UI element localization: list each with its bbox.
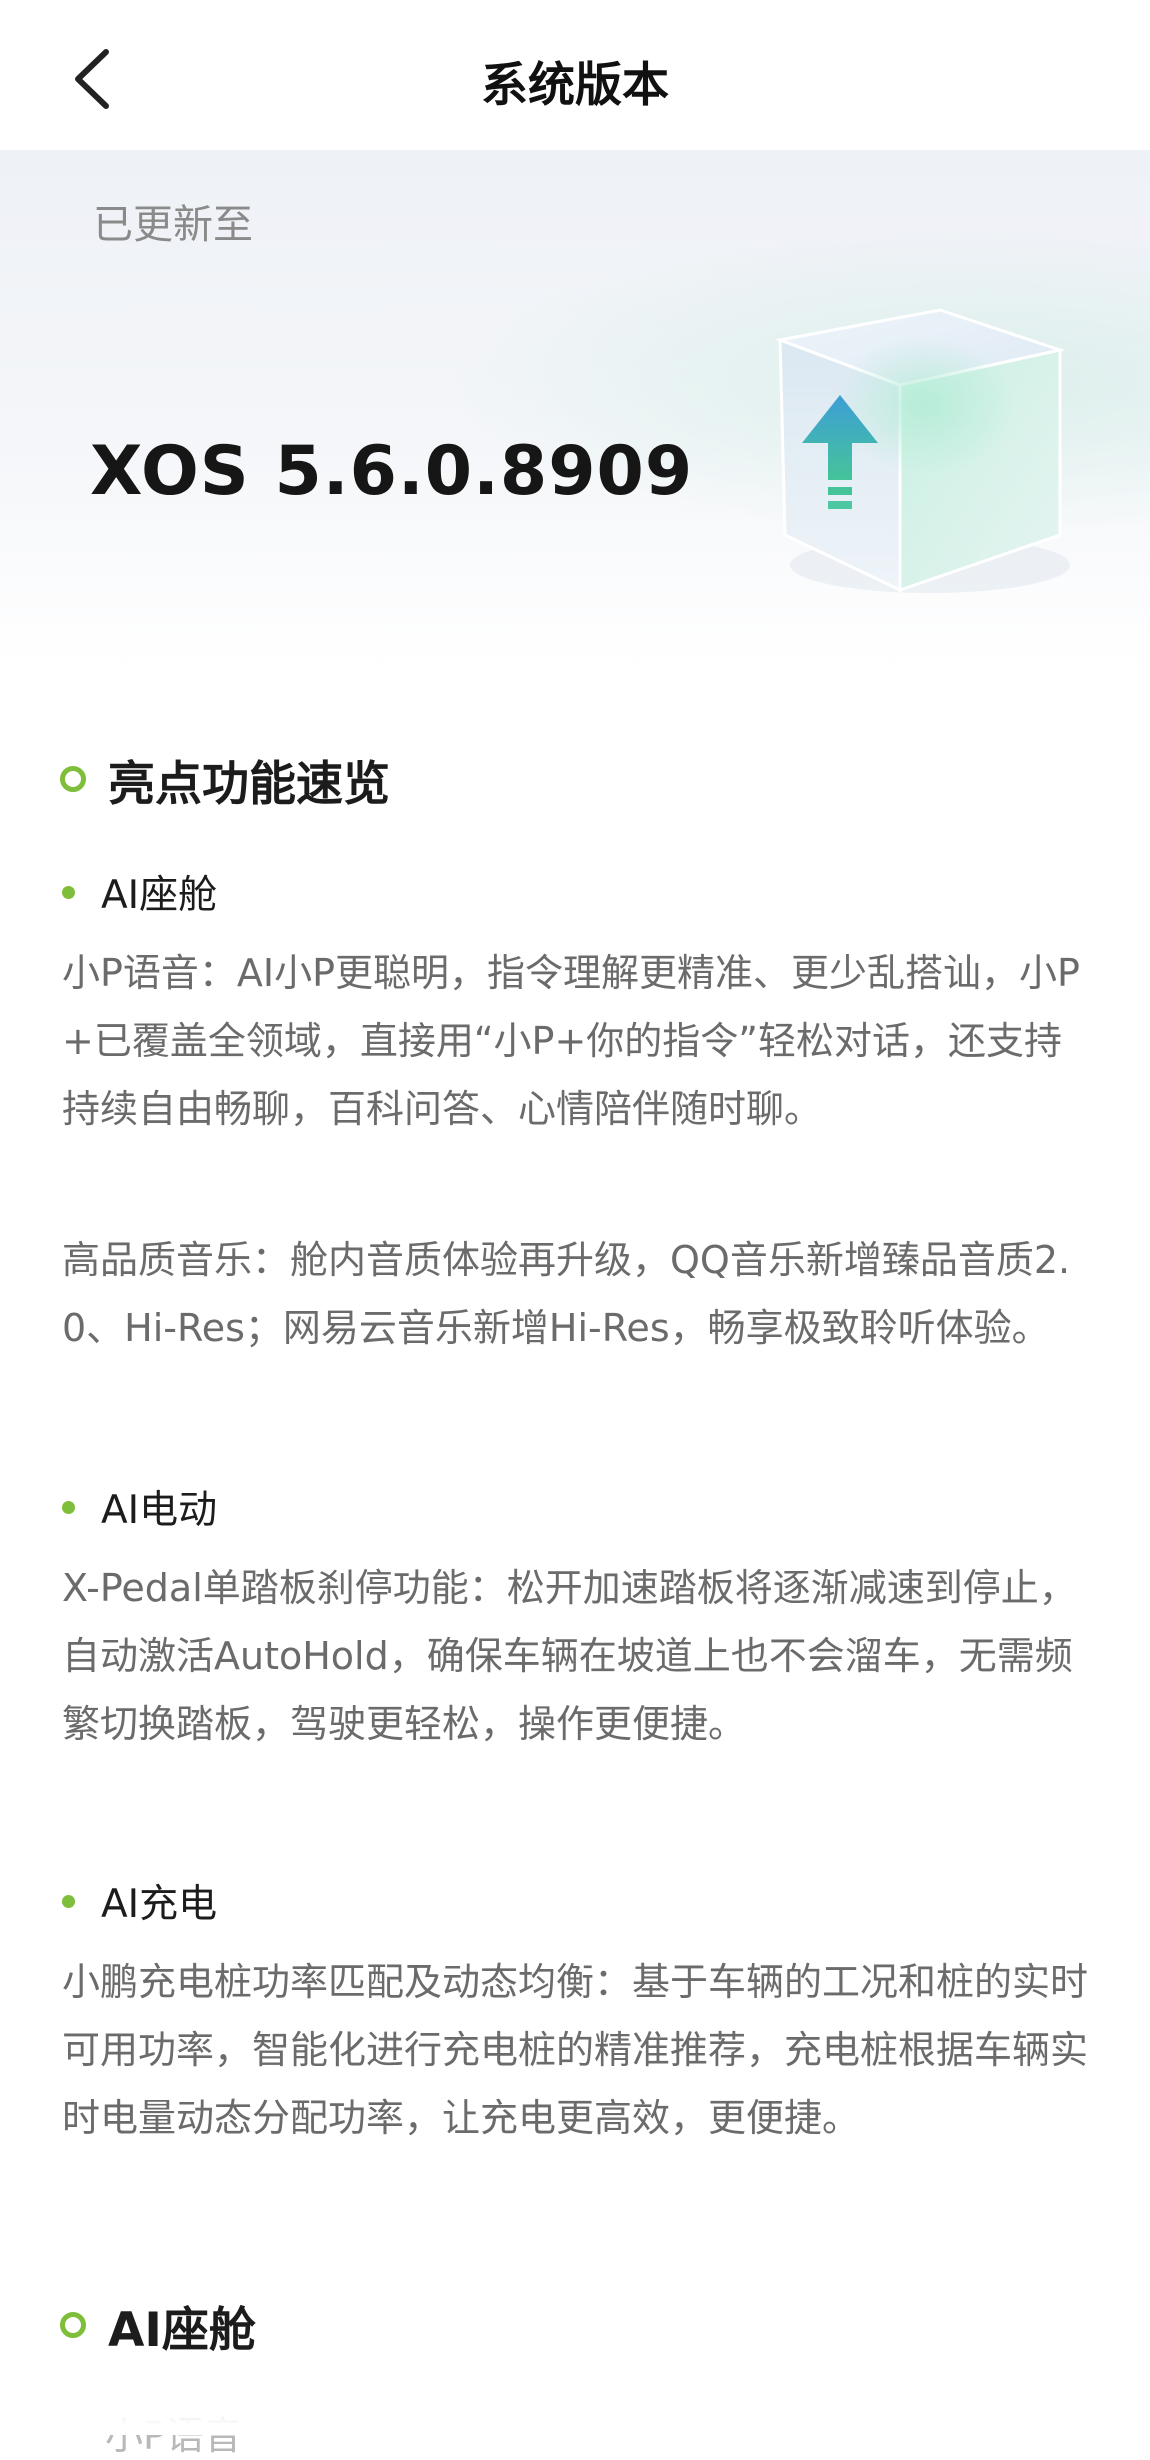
section-ring-icon xyxy=(60,766,86,792)
section-title: 亮点功能速览 xyxy=(108,756,390,812)
feature-description: 小P语音：AI小P更聪明，指令理解更精准、更少乱搭讪，小P+已覆盖全领域，直接用… xyxy=(62,951,1080,1131)
feature-group-ai-electric: AI电动 xyxy=(62,1477,217,1537)
section-header-highlights: 亮点功能速览 xyxy=(60,744,390,814)
feature-group-ai-cabin: AI座舱 xyxy=(62,862,217,922)
page-title: 系统版本 xyxy=(481,58,669,113)
feature-description: X-Pedal单踏板刹停功能：松开加速踏板将逐渐减速到停止，自动激活AutoHo… xyxy=(62,1566,1077,1746)
section-title: AI座舱 xyxy=(108,2302,256,2358)
section-ring-icon xyxy=(60,2312,86,2338)
feature-description: 小鹏充电桩功率匹配及动态均衡：基于车辆的工况和桩的实时可用功率，智能化进行充电桩… xyxy=(62,1960,1089,2140)
bottom-fade xyxy=(0,2375,1150,2435)
section-header-ai-cabin: AI座舱 xyxy=(60,2290,256,2360)
feature-group-ai-charging: AI充电 xyxy=(62,1871,217,1931)
feature-description: 高品质音乐：舱内音质体验再升级，QQ音乐新增臻品音质2.0、Hi-Res；网易云… xyxy=(62,1238,1071,1350)
bullet-dot-icon xyxy=(62,1500,75,1514)
bullet-dot-icon xyxy=(62,885,75,899)
update-cube-icon xyxy=(774,308,1070,593)
feature-group-title: AI充电 xyxy=(101,1882,218,1927)
updated-to-label: 已更新至 xyxy=(93,202,253,248)
feature-group-title: AI电动 xyxy=(101,1488,218,1533)
bullet-dot-icon xyxy=(62,1894,75,1908)
feature-group-title: AI座舱 xyxy=(101,873,218,918)
top-nav-bar: 系统版本 xyxy=(0,0,1150,150)
version-number: XOS 5.6.0.8909 xyxy=(90,432,694,511)
